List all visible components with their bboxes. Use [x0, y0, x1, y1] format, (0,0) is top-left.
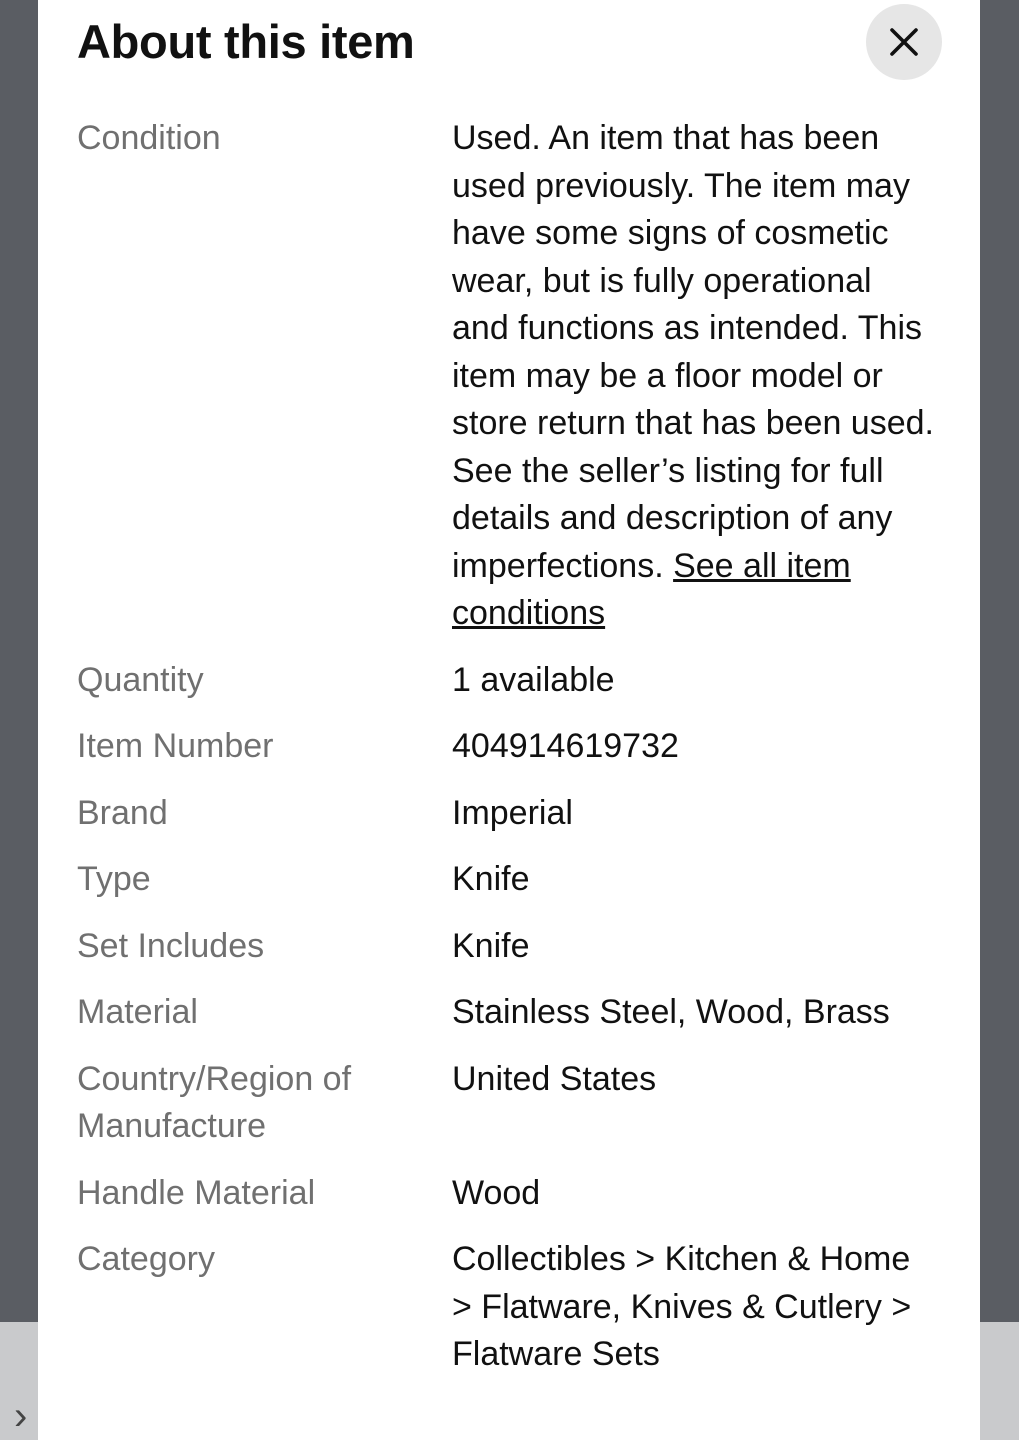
condition-description: Used. An item that has been used previou… — [452, 119, 934, 585]
spec-value: Knife — [452, 926, 530, 965]
about-item-dialog: About this item Condition Used. An item … — [38, 0, 980, 1440]
spec-label: Handle Material — [77, 1173, 316, 1212]
spec-value: Collectibles > Kitchen & Home > Flatware… — [452, 1240, 912, 1373]
spec-value: United States — [452, 1059, 657, 1098]
spec-row-country: Country/Region of Manufacture United Sta… — [77, 1056, 937, 1151]
spec-label: Item Number — [77, 727, 274, 765]
spec-label: Type — [77, 860, 151, 898]
spec-row-category: Category Collectibles > Kitchen & Home >… — [77, 1236, 937, 1379]
spec-label: Category — [77, 1240, 215, 1278]
spec-row-item-number: Item Number 404914619732 — [77, 723, 937, 771]
spec-value: Knife — [452, 860, 530, 898]
spec-label: Condition — [77, 119, 221, 157]
spec-value: 404914619732 — [452, 727, 679, 765]
chevron-right-icon: › — [14, 1394, 28, 1438]
spec-row-type: Type Knife — [77, 856, 937, 904]
spec-label: Brand — [77, 793, 168, 832]
spec-row-brand: Brand Imperial — [77, 790, 937, 838]
spec-row-set-includes: Set Includes Knife — [77, 923, 937, 971]
spec-value: 1 available — [452, 660, 615, 699]
spec-value: Wood — [452, 1173, 541, 1212]
item-specifics-list: Condition Used. An item that has been us… — [77, 115, 937, 1398]
spec-row-condition: Condition Used. An item that has been us… — [77, 115, 937, 638]
spec-label: Material — [77, 993, 198, 1031]
spec-label: Set Includes — [77, 926, 265, 965]
spec-value: Stainless Steel, Wood, Brass — [452, 993, 890, 1031]
spec-row-material: Material Stainless Steel, Wood, Brass — [77, 989, 937, 1037]
spec-value: Used. An item that has been used previou… — [452, 115, 937, 638]
spec-row-quantity: Quantity 1 available — [77, 657, 937, 705]
dialog-title: About this item — [77, 15, 415, 68]
close-button[interactable] — [866, 4, 942, 80]
close-icon — [890, 28, 918, 56]
spec-value: Imperial — [452, 793, 573, 832]
spec-label: Quantity — [77, 660, 204, 699]
spec-label: Country/Region of Manufacture — [77, 1059, 352, 1146]
spec-row-handle-material: Handle Material Wood — [77, 1170, 937, 1218]
